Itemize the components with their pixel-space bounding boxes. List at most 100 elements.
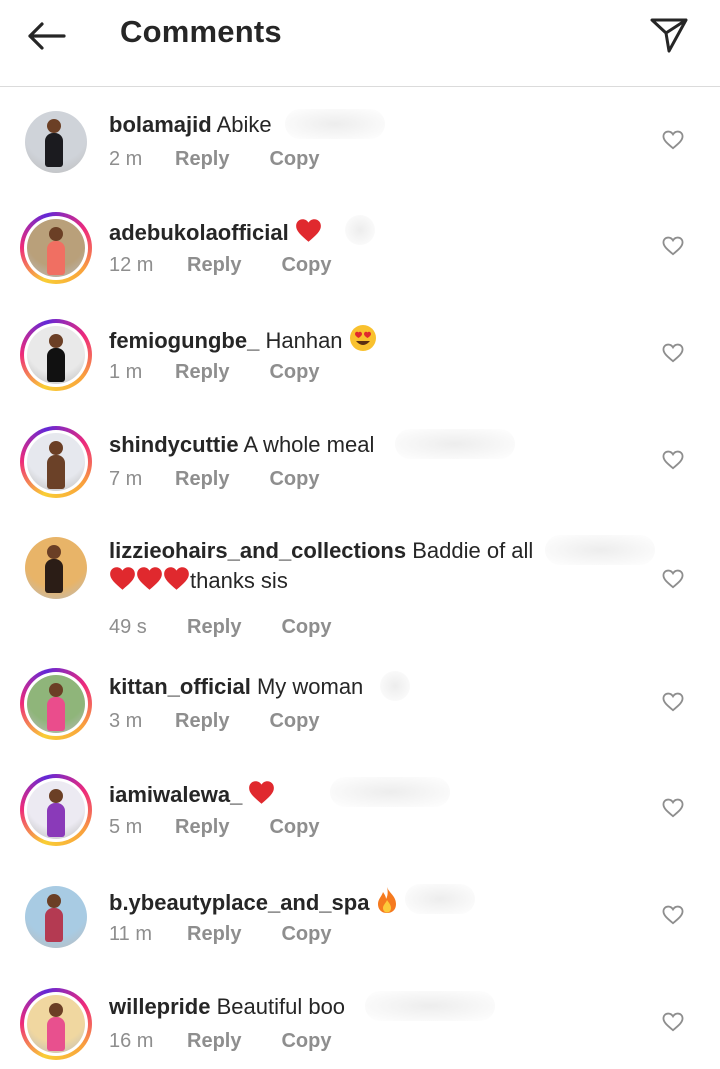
comment-timestamp: 2 m (109, 148, 143, 170)
like-button[interactable] (660, 902, 686, 928)
avatar-figure-head (47, 119, 61, 133)
redaction-blur (345, 215, 375, 245)
red-heart-emoji (109, 565, 136, 599)
reply-button[interactable]: Reply (187, 254, 241, 277)
avatar[interactable] (20, 668, 92, 740)
comment-meta: 5 m Reply Copy (109, 816, 319, 839)
comment-username[interactable]: willepride (109, 994, 210, 1019)
heart-outline-icon (662, 343, 684, 363)
avatar[interactable] (20, 532, 92, 604)
reply-button[interactable]: Reply (187, 616, 241, 639)
comment-timestamp: 16 m (109, 1030, 154, 1052)
reply-button[interactable]: Reply (187, 923, 241, 946)
arrow-left-icon (28, 22, 66, 50)
comment-timestamp: 11 m (109, 923, 152, 945)
paper-plane-icon (650, 18, 688, 53)
comment-row: iamiwalewa_ 5 m Reply Copy (0, 755, 720, 855)
comment-body: My woman (256, 674, 364, 699)
comment-meta: 11 m Reply Copy (109, 923, 331, 946)
avatar-figure-body (47, 241, 65, 275)
like-button[interactable] (660, 689, 686, 715)
avatar-figure-head (49, 441, 63, 455)
avatar-figure-head (49, 1003, 63, 1017)
comment-timestamp: 49 s (109, 616, 147, 638)
redaction-blur (365, 991, 495, 1021)
avatar[interactable] (20, 881, 92, 953)
copy-button[interactable]: Copy (269, 816, 319, 839)
avatar-frame (24, 323, 88, 387)
comment-meta: 16 m Reply Copy (109, 1030, 331, 1053)
avatar-figure-body (47, 455, 65, 489)
avatar-photo (27, 219, 85, 277)
comment-body: Abike (216, 112, 272, 137)
heart-outline-icon (662, 130, 684, 150)
avatar-frame (24, 536, 88, 600)
back-button[interactable] (22, 14, 70, 58)
comment-row: bolamajid Abike 2 m Reply Copy (0, 87, 720, 187)
comment-username[interactable]: b.ybeautyplace_and_spa (109, 890, 369, 915)
avatar-figure-body (47, 1017, 65, 1051)
comment-username[interactable]: adebukolaofficial (109, 220, 289, 245)
like-button[interactable] (660, 795, 686, 821)
comment-timestamp: 3 m (109, 710, 143, 732)
comment-username[interactable]: bolamajid (109, 112, 212, 137)
comment-row: adebukolaofficial 12 m Reply Copy (0, 193, 720, 293)
like-button[interactable] (660, 340, 686, 366)
comment-timestamp: 5 m (109, 816, 143, 838)
avatar[interactable] (20, 988, 92, 1060)
avatar[interactable] (20, 106, 92, 178)
copy-button[interactable]: Copy (269, 468, 319, 491)
avatar-frame (24, 430, 88, 494)
like-button[interactable] (660, 233, 686, 259)
red-heart-emoji (136, 565, 163, 599)
copy-button[interactable]: Copy (269, 710, 319, 733)
fire-emoji (376, 886, 398, 921)
avatar-figure-body (47, 348, 65, 382)
like-button[interactable] (660, 566, 686, 592)
avatar-figure-body (47, 803, 65, 837)
comment-username[interactable]: kittan_official (109, 674, 251, 699)
comment-username[interactable]: lizzieohairs_and_collections (109, 538, 406, 563)
reply-button[interactable]: Reply (175, 148, 229, 171)
comment-timestamp: 7 m (109, 468, 143, 490)
avatar[interactable] (20, 212, 92, 284)
comment-username[interactable]: shindycuttie (109, 432, 239, 457)
avatar[interactable] (20, 319, 92, 391)
like-button[interactable] (660, 1009, 686, 1035)
comment-username[interactable]: femiogungbe_ (109, 328, 259, 353)
reply-button[interactable]: Reply (175, 710, 229, 733)
reply-button[interactable]: Reply (175, 468, 229, 491)
avatar-figure-head (49, 683, 63, 697)
avatar[interactable] (20, 774, 92, 846)
red-heart-emoji (248, 779, 275, 813)
reply-button[interactable]: Reply (187, 1030, 241, 1053)
comment-meta: 2 m Reply Copy (109, 148, 319, 171)
comment-row: b.ybeautyplace_and_spa 11 m Reply Copy (0, 862, 720, 962)
copy-button[interactable]: Copy (281, 923, 331, 946)
copy-button[interactable]: Copy (269, 361, 319, 384)
comment-meta: 1 m Reply Copy (109, 361, 319, 384)
avatar[interactable] (20, 426, 92, 498)
reply-button[interactable]: Reply (175, 816, 229, 839)
share-button[interactable] (646, 12, 692, 58)
copy-button[interactable]: Copy (281, 254, 331, 277)
comment-text: femiogungbe_ Hanhan (109, 324, 630, 359)
copy-button[interactable]: Copy (281, 616, 331, 639)
comment-body: Beautiful boo (216, 994, 346, 1019)
redaction-blur (545, 535, 655, 565)
red-heart-emoji (163, 565, 190, 599)
page-title: Comments (120, 14, 282, 49)
heart-outline-icon (662, 905, 684, 925)
reply-button[interactable]: Reply (175, 361, 229, 384)
redaction-blur (330, 777, 450, 807)
like-button[interactable] (660, 127, 686, 153)
like-button[interactable] (660, 447, 686, 473)
copy-button[interactable]: Copy (281, 1030, 331, 1053)
comment-timestamp: 1 m (109, 361, 143, 383)
copy-button[interactable]: Copy (269, 148, 319, 171)
avatar-frame (24, 672, 88, 736)
avatar-photo (25, 111, 87, 173)
comment-username[interactable]: iamiwalewa_ (109, 782, 242, 807)
heart-outline-icon (662, 569, 684, 589)
avatar-frame (24, 216, 88, 280)
